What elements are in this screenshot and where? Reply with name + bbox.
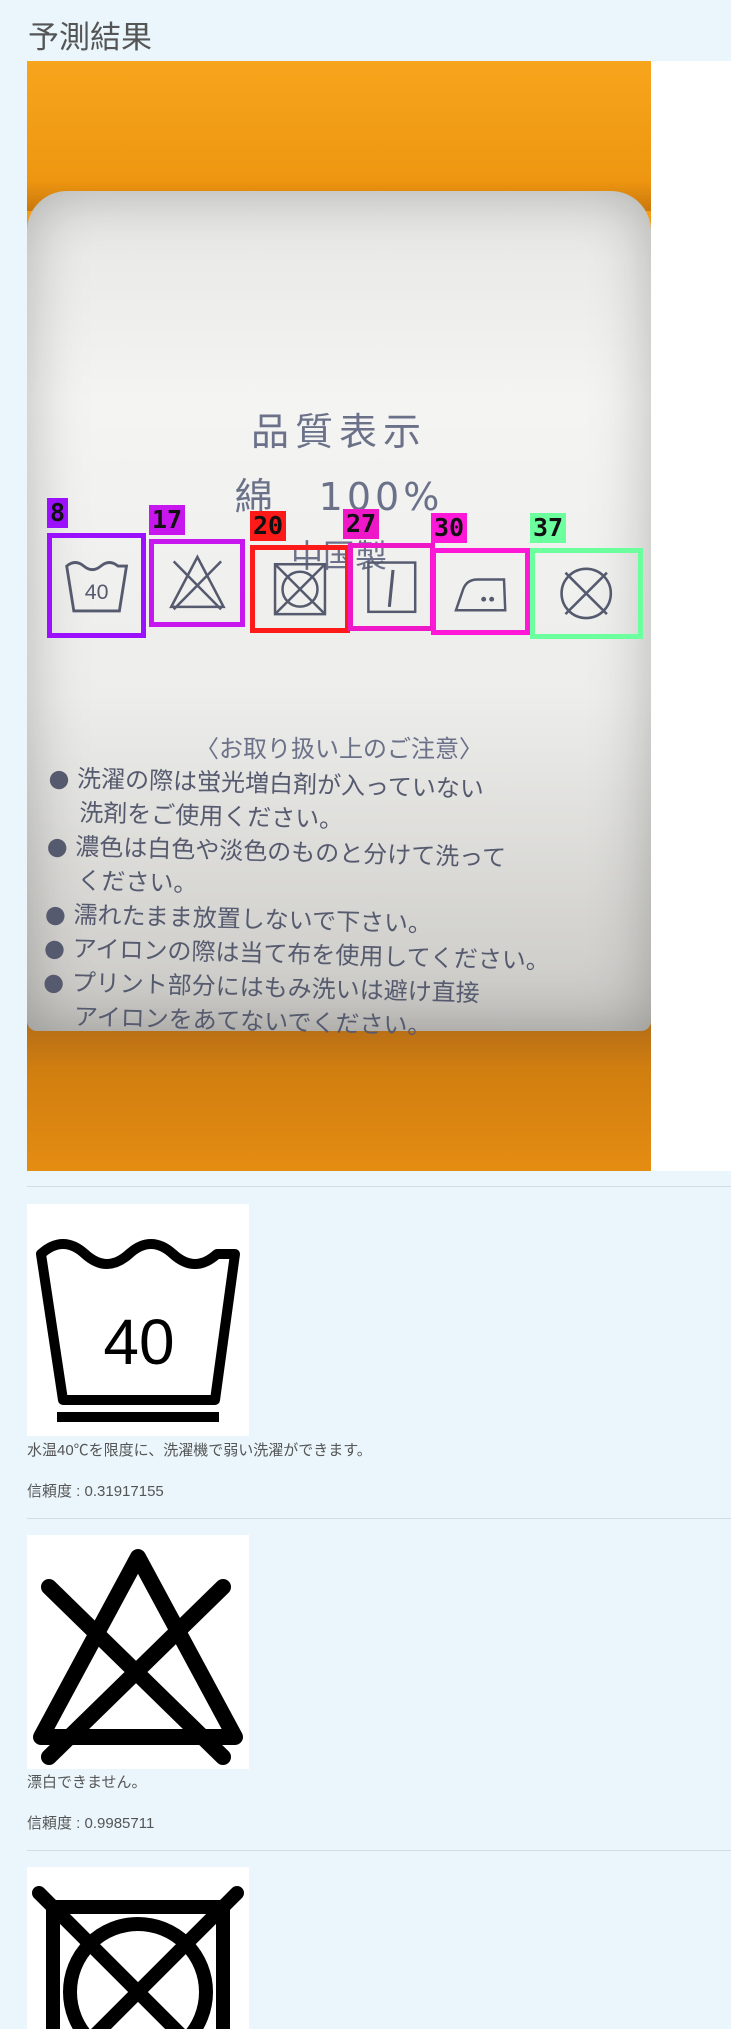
detection-label: 8 [47,498,69,528]
no-dry-clean-icon [560,567,613,620]
detection-label: 30 [431,513,468,543]
detection-label: 20 [250,511,287,541]
detection-box: 40 [47,533,146,638]
svg-text:40: 40 [85,579,109,603]
detection-box [348,543,435,631]
detection-label: 37 [530,513,567,543]
iron-low-icon [454,577,507,612]
detection-box [431,548,530,635]
result-confidence: 信頼度 : 0.31917155 [27,1483,164,1500]
divider [27,1518,731,1519]
prediction-image: 品質表示 綿 100% 中国製 〈お取り扱い上のご注意〉 ● 洗濯の際は蛍光増白… [27,61,731,1171]
divider [27,1850,731,1851]
result-symbol-image [27,1535,249,1769]
result-confidence: 信頼度 : 0.9985711 [27,1815,155,1832]
no-tumble-dry-icon [32,1886,244,2029]
page-title: 予測結果 [28,20,152,55]
tag-notes: ● 洗濯の際は蛍光増白剤が入っていない 洗剤をご使用ください。 ● 濃色は白色や… [42,761,649,1049]
fabric-background [27,61,651,211]
result-description: 漂白できません。 [27,1774,147,1791]
tag-notice-heading: 〈お取り扱い上のご注意〉 [195,735,483,763]
result-symbol-image [27,1867,249,2029]
wash-40-icon: 40 [36,1239,240,1422]
care-label-photo: 品質表示 綿 100% 中国製 〈お取り扱い上のご注意〉 ● 洗濯の際は蛍光増白… [27,61,651,1171]
divider [27,1186,731,1187]
detection-label: 17 [149,505,186,535]
no-bleach-icon [33,1549,243,1765]
detection-label: 27 [343,509,380,539]
wash-temp-text: 40 [103,1306,174,1378]
no-bleach-icon [168,554,226,611]
no-tumble-dry-icon [273,562,327,616]
wash-40-icon: 40 [65,560,129,612]
detection-box [149,539,245,627]
tag-quality-label: 品質表示 [250,410,427,454]
result-symbol-image: 40 [27,1204,249,1436]
detection-box [530,548,643,639]
line-dry-icon [366,561,417,613]
detection-box [250,545,350,633]
result-description: 水温40℃を限度に、洗濯機で弱い洗濯ができます。 [27,1442,372,1459]
